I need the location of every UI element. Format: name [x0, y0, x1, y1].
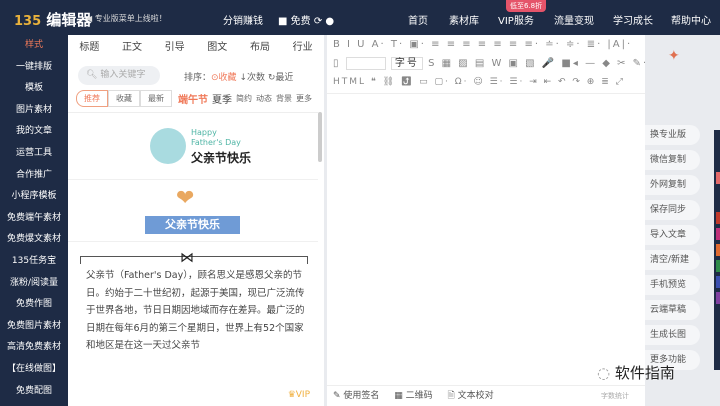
nav-home[interactable]: 首页 [408, 12, 428, 27]
logo[interactable]: 135 编辑器 [14, 9, 91, 30]
wechat-copy-button[interactable]: 微信复制 [645, 150, 700, 170]
distribute-link[interactable]: 分销赚钱 [223, 12, 263, 27]
clear-new-button[interactable]: 清空/新建 [645, 250, 700, 270]
tab-image-text[interactable]: 图文 [207, 35, 227, 61]
tab-industry[interactable]: 行业 [293, 35, 313, 61]
external-copy-button[interactable]: 外网复制 [645, 175, 700, 195]
color-swatch[interactable] [716, 212, 720, 224]
search-icon: 🔍︎ [86, 70, 98, 80]
color-swatch[interactable] [716, 228, 720, 240]
color-swatch[interactable] [716, 172, 720, 184]
tag-summer[interactable]: 夏季 [212, 91, 232, 106]
template-list: Happy Father's Day 父亲节快乐 ❤ 父亲节快乐 ⋈ 父亲节（Fa… [68, 112, 318, 406]
tag-background[interactable]: 背景 [276, 93, 292, 104]
toolbar-row-2[interactable]: ▯ 字号 S ▦ ▨ ▤ W ▣ ▧ 🎤 ■◂ — ◆ ✂ ✎· [327, 54, 645, 73]
nav-help[interactable]: 帮助中心 [671, 12, 711, 27]
import-article-button[interactable]: 导入文章 [645, 225, 700, 245]
filter-newest[interactable]: 最新 [140, 90, 172, 107]
sort-recent[interactable]: ↻最近 [268, 73, 294, 83]
editor: B I U A· T· ▣· ≡ ≡ ≡ ≡ ≡ ≡ ≡· ≐· ≑· ≣· |… [327, 35, 645, 406]
sidebar-item[interactable]: 我的文章 [0, 121, 68, 143]
sidebar-item[interactable]: 【在线做图】 [0, 359, 68, 381]
template-card[interactable]: ⋈ 父亲节（Father's Day），顾名思义是感恩父亲的节日。约始于二十世纪… [68, 242, 318, 382]
font-size-select[interactable]: 字号 [390, 57, 423, 70]
long-image-button[interactable]: 生成长图 [645, 325, 700, 345]
sidebar-item[interactable]: 免费爆文素材 [0, 229, 68, 251]
action-buttons: 换专业版 微信复制 外网复制 保存同步 导入文章 清空/新建 手机预览 云端草稿… [645, 125, 700, 375]
sidebar-item[interactable]: 免费端午素材 [0, 208, 68, 230]
nav-learn[interactable]: 学习成长 [613, 12, 653, 27]
switch-pro-button[interactable]: 换专业版 [645, 125, 700, 145]
template-card[interactable]: ❤ 父亲节快乐 [68, 180, 318, 242]
toolbar-row-1[interactable]: B I U A· T· ▣· ≡ ≡ ≡ ≡ ≡ ≡ ≡· ≐· ≑· ≣· |… [327, 35, 645, 54]
sidebar-item[interactable]: 模板 [0, 78, 68, 100]
color-swatch[interactable] [716, 260, 720, 272]
qrcode-button[interactable]: ▦ 二维码 [394, 391, 432, 401]
toolbar-row-3[interactable]: HTML ❝ ⛓ ⤴ ▭ ▢· Ω· ☺ ☰· ☰· ⇥ ⇤ ↶ ↷ ⊕ ≣ ⤢ [327, 73, 645, 92]
tag-dragon-boat[interactable]: 端午节 [178, 91, 208, 106]
nav-materials[interactable]: 素材库 [449, 12, 479, 27]
tag-simple[interactable]: 简约 [236, 93, 252, 104]
search-input[interactable]: 🔍︎ 输入关键字 [78, 66, 160, 85]
refresh-icon[interactable]: ⟳ [314, 16, 322, 27]
sidebar-item[interactable]: 小程序模板 [0, 186, 68, 208]
sort-favorites[interactable]: ⊙收藏 [211, 73, 237, 83]
watermark: ◌ 软件指南 [597, 364, 675, 382]
bow-tie-icon: ⋈ [180, 250, 194, 266]
free-toggle[interactable]: ■ 免费 ⟳ ● [278, 12, 334, 27]
color-swatch[interactable] [716, 292, 720, 304]
sidebar-item[interactable]: 图片素材 [0, 100, 68, 122]
word-count[interactable]: 字数统计 [601, 386, 629, 406]
sidebar-item[interactable]: 免费配图 [0, 381, 68, 403]
filter-favorites[interactable]: 收藏 [108, 90, 140, 107]
promo-text[interactable]: ◀ 专业版菜单上线啦！ [86, 13, 167, 24]
nav-vip[interactable]: VIP服务 [498, 12, 534, 27]
sidebar-item[interactable]: 运营工具 [0, 143, 68, 165]
proofread-button[interactable]: 🗎 文本校对 [448, 391, 494, 401]
color-swatch[interactable] [716, 276, 720, 288]
tag-more[interactable]: 更多 [296, 93, 312, 104]
vip-badge: ♛VIP [287, 390, 310, 400]
sidebar-item[interactable]: 高清免费素材 [0, 337, 68, 359]
sort-count[interactable]: ↓次数 [239, 73, 265, 83]
top-bar: 135 编辑器 ◀ 专业版菜单上线啦！ 分销赚钱 ■ 免费 ⟳ ● 低至6.8折… [0, 0, 720, 35]
filter-recommend[interactable]: 推荐 [76, 90, 108, 107]
use-signature-button[interactable]: ✎ 使用签名 [333, 391, 379, 401]
sidebar-item[interactable]: 免费作图 [0, 294, 68, 316]
tab-body[interactable]: 正文 [122, 35, 142, 61]
star-icon: ✦ [668, 48, 680, 64]
sort-options: 排序：⊙收藏 ↓次数 ↻最近 [184, 73, 294, 83]
discount-badge: 低至6.8折 [506, 0, 547, 12]
template-card[interactable]: Happy Father's Day 父亲节快乐 [68, 113, 318, 180]
editor-body[interactable] [327, 93, 645, 385]
sidebar: 样式 一键排版 模板 图片素材 我的文章 运营工具 合作推广 小程序模板 免费端… [0, 35, 68, 406]
cloud-drafts-button[interactable]: 云端草稿 [645, 300, 700, 320]
save-sync-button[interactable]: 保存同步 [645, 200, 700, 220]
tab-layout[interactable]: 布局 [250, 35, 270, 61]
sidebar-item[interactable]: 合作推广 [0, 165, 68, 187]
sidebar-item[interactable]: 免费图片素材 [0, 316, 68, 338]
scrollbar[interactable] [318, 112, 322, 162]
wechat-icon: ◌ [597, 364, 611, 382]
tag-dynamic[interactable]: 动态 [256, 93, 272, 104]
sidebar-item[interactable]: 样式 [0, 35, 68, 57]
tab-guide[interactable]: 引导 [165, 35, 185, 61]
sidebar-item[interactable]: 涨粉/阅读量 [0, 273, 68, 295]
template-panel: 标题 正文 引导 图文 布局 行业 🔍︎ 输入关键字 排序：⊙收藏 ↓次数 ↻最… [68, 35, 324, 406]
sidebar-item[interactable]: 135任务宝 [0, 251, 68, 273]
sidebar-item[interactable]: 一键排版 [0, 57, 68, 79]
info-icon[interactable]: ● [325, 16, 334, 27]
mobile-preview-button[interactable]: 手机预览 [645, 275, 700, 295]
nav-monetize[interactable]: 流量变现 [554, 12, 594, 27]
hand-icon [150, 128, 186, 164]
tab-title[interactable]: 标题 [79, 35, 99, 61]
heart-hands-icon: ❤ [176, 186, 195, 211]
color-swatch[interactable] [716, 244, 720, 256]
